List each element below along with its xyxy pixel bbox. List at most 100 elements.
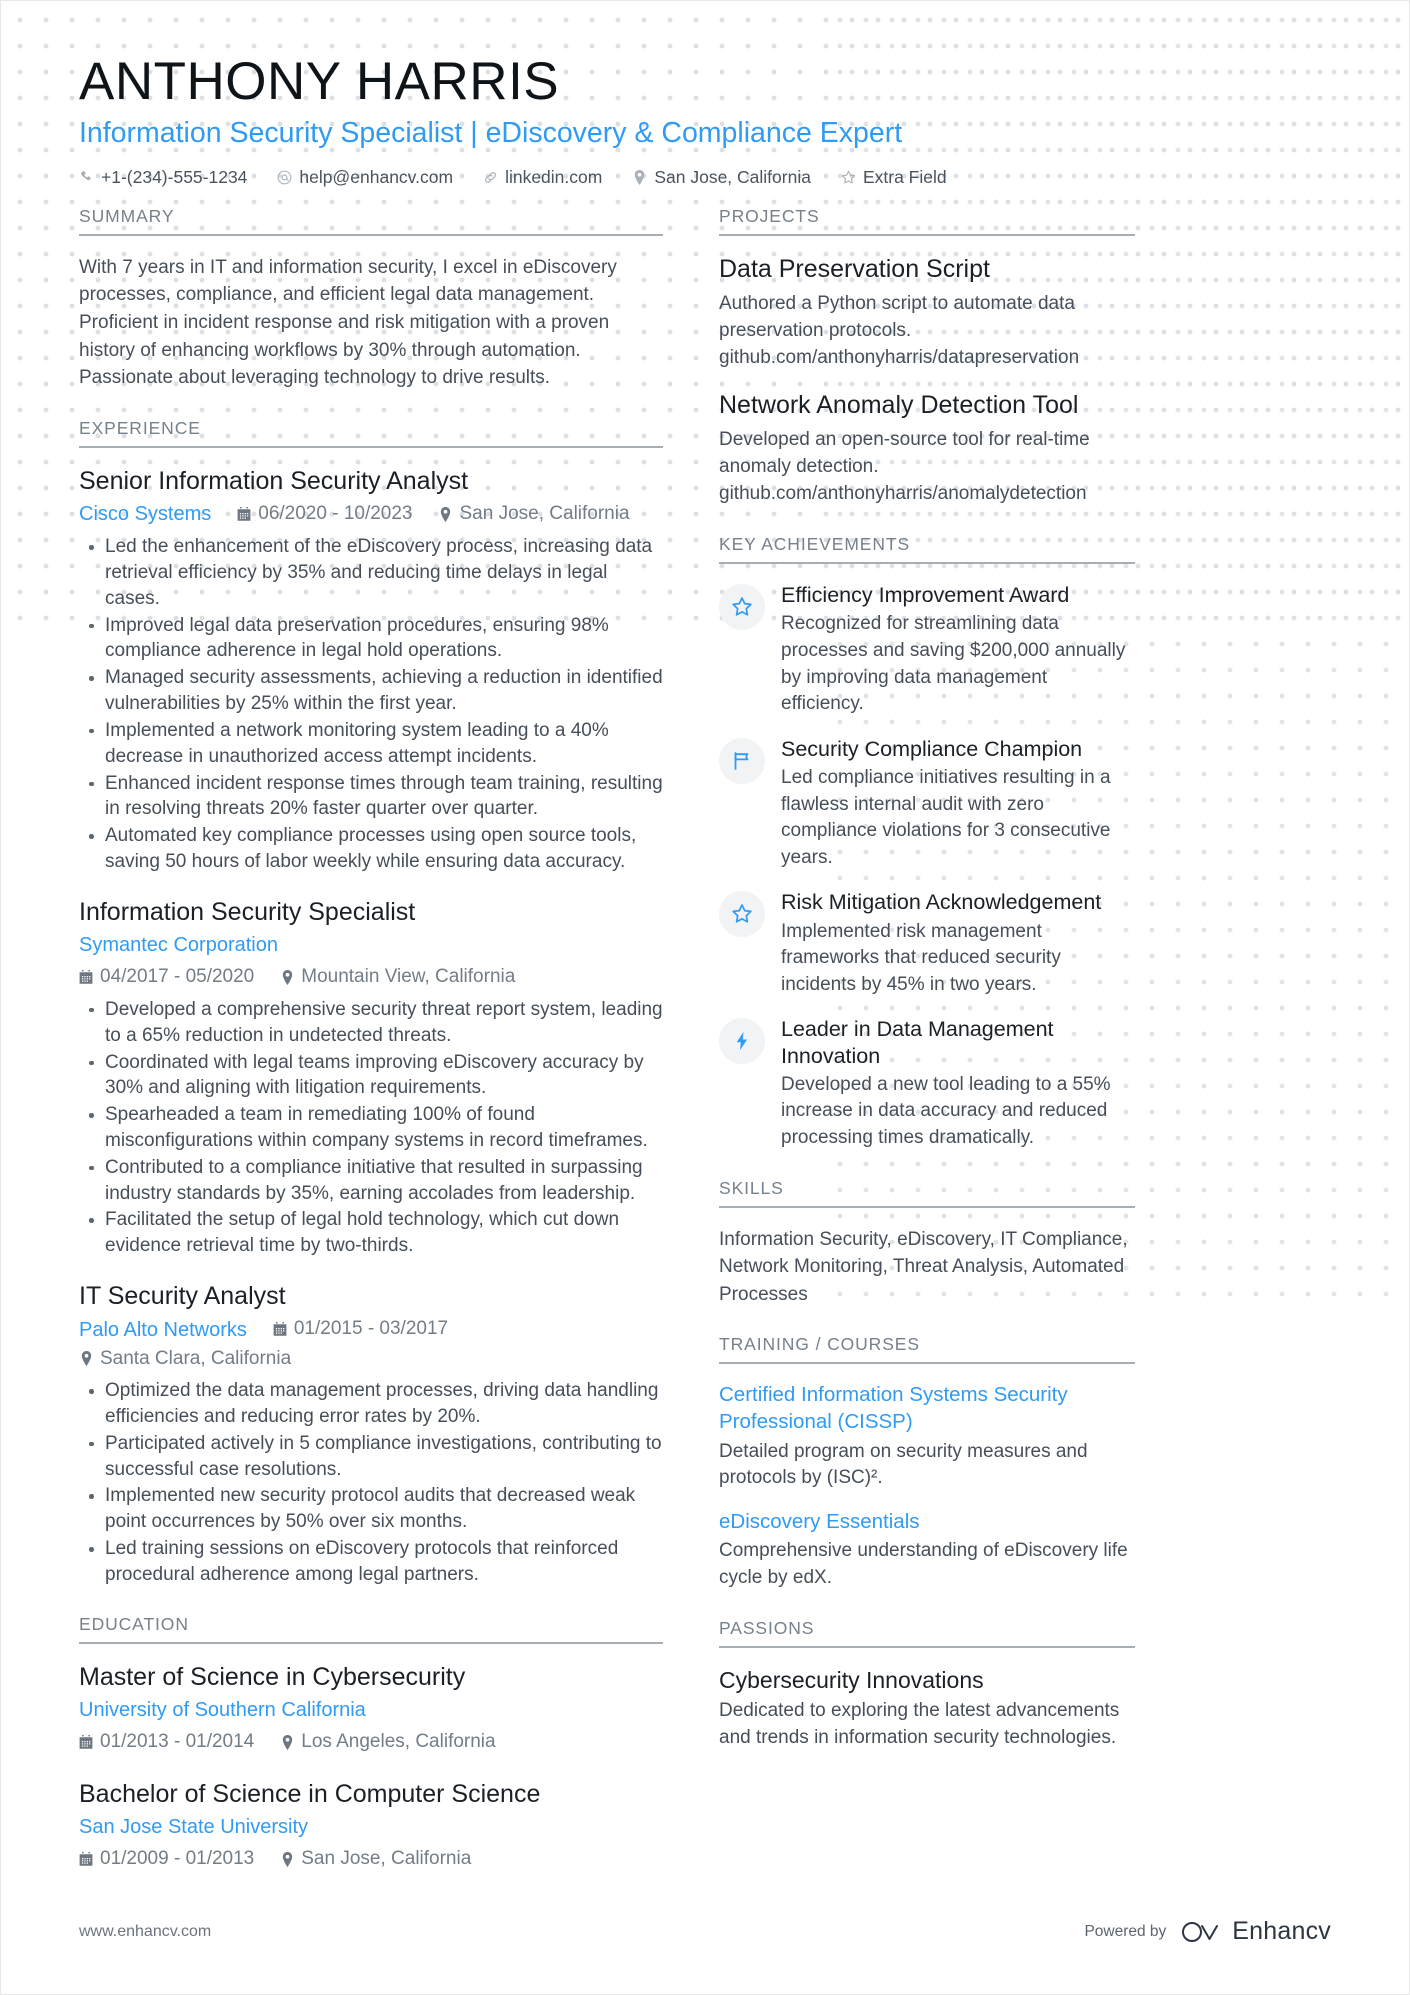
phone-icon [79, 170, 94, 185]
experience-bullets: Led the enhancement of the eDiscovery pr… [79, 534, 663, 875]
resume-content: ANTHONY HARRIS Information Security Spec… [1, 1, 1409, 1900]
contact-item-link[interactable]: linkedin.com [483, 167, 602, 188]
training-description: Detailed program on security measures an… [719, 1440, 1088, 1489]
experience-section-title: EXPERIENCE [79, 418, 663, 448]
experience-entry: IT Security Analyst Palo Alto Networks 01/… [79, 1281, 663, 1588]
projects-section-title: PROJECTS [719, 206, 1135, 236]
body-columns: SUMMARY With 7 years in IT and informati… [79, 206, 1331, 1900]
experience-entry: Information Security Specialist Symantec … [79, 897, 663, 1259]
training-section-title: TRAINING / COURSES [719, 1334, 1135, 1365]
right-column: PROJECTS Data Preservation Script Authore… [719, 206, 1135, 1778]
experience-location-label: Santa Clara, California [100, 1347, 292, 1369]
education-dates: 01/2013 - 01/2014 [79, 1728, 254, 1757]
achievement-body: Leader in Data Management Innovation Deve… [781, 1016, 1135, 1151]
experience-bullet: Led the enhancement of the eDiscovery pr… [89, 534, 663, 611]
page-footer: www.enhancv.com Powered by Enhancv [1, 1917, 1409, 1946]
training-entry: Certified Information Systems Security P… [719, 1382, 1135, 1491]
experience-bullets: Developed a comprehensive security threa… [79, 997, 663, 1259]
education-location-label: San Jose, California [301, 1848, 472, 1870]
education-school-line: University of Southern California [79, 1695, 663, 1725]
training-description: Comprehensive understanding of eDiscover… [719, 1540, 1128, 1588]
contact-item-location-pin[interactable]: San Jose, California [632, 167, 811, 188]
contact-item-phone[interactable]: +1-(234)-555-1234 [79, 167, 247, 188]
achievements-section-title: KEY ACHIEVEMENTS [719, 534, 1135, 565]
education-school-line: San Jose State University [79, 1812, 663, 1842]
training-list: Certified Information Systems Security P… [719, 1382, 1135, 1591]
experience-bullet: Coordinated with legal teams improving e… [89, 1050, 663, 1102]
training-entry: eDiscovery Essentials Comprehensive under… [719, 1509, 1135, 1592]
education-location: San Jose, California [280, 1845, 471, 1874]
achievements-section: KEY ACHIEVEMENTS Efficiency Improvement … [719, 534, 1135, 1151]
passion-description: Dedicated to exploring the latest advanc… [719, 1700, 1120, 1748]
skills-text: Information Security, eDiscovery, IT Com… [719, 1228, 1128, 1305]
experience-list: Senior Information Security Analyst Cisco… [79, 466, 663, 1588]
location-pin-icon [280, 1852, 294, 1868]
experience-meta-line: 04/2017 - 05/2020 Mountain View, Californ… [79, 963, 663, 992]
education-section: EDUCATION Master of Science in Cybersecu… [79, 1614, 663, 1874]
experience-dates: 01/2015 - 03/2017 [273, 1315, 448, 1344]
experience-organization[interactable]: Cisco Systems [79, 499, 211, 529]
achievement-body: Security Compliance Champion Led complian… [781, 736, 1135, 872]
location-pin-icon [79, 1351, 93, 1367]
experience-location: Santa Clara, California [79, 1345, 291, 1374]
education-meta-line: 01/2013 - 01/2014 Los Angeles, California [79, 1728, 663, 1757]
contact-item-email[interactable]: help@enhancv.com [277, 167, 453, 188]
enhancv-brand: Enhancv [1180, 1917, 1331, 1946]
experience-bullet: Automated key compliance processes using… [89, 823, 663, 875]
education-dates-label: 01/2009 - 01/2013 [100, 1848, 255, 1870]
powered-by-block: Powered by Enhancv [1084, 1917, 1331, 1946]
education-school[interactable]: University of Southern California [79, 1695, 366, 1725]
summary-section: SUMMARY With 7 years in IT and informati… [79, 206, 663, 392]
education-school[interactable]: San Jose State University [79, 1812, 308, 1842]
training-title[interactable]: eDiscovery Essentials [719, 1509, 1135, 1536]
education-entry: Bachelor of Science in Computer Science S… [79, 1779, 663, 1874]
passion-title: Cybersecurity Innovations [719, 1666, 984, 1693]
achievement-title: Efficiency Improvement Award [781, 583, 1070, 608]
experience-entry: Senior Information Security Analyst Cisco… [79, 466, 663, 875]
calendar-icon [79, 970, 93, 985]
experience-location-label: Mountain View, California [301, 966, 516, 988]
link-icon [483, 170, 498, 185]
achievement-entry: Security Compliance Champion Led complian… [719, 736, 1135, 872]
resume-header: ANTHONY HARRIS Information Security Spec… [79, 53, 1331, 188]
experience-bullet: Optimized the data management processes,… [89, 1378, 663, 1430]
location-pin-icon [280, 970, 294, 986]
contact-row: +1-(234)-555-1234 help@enhancv.com linkedi… [79, 167, 1331, 188]
summary-text: With 7 years in IT and information secur… [79, 256, 617, 389]
training-title[interactable]: Certified Information Systems Security P… [719, 1382, 1135, 1435]
experience-organization[interactable]: Symantec Corporation [79, 930, 278, 960]
achievement-entry: Leader in Data Management Innovation Deve… [719, 1016, 1135, 1151]
experience-bullet: Facilitated the setup of legal hold tech… [89, 1207, 663, 1259]
resume-page: ANTHONY HARRIS Information Security Spec… [0, 0, 1410, 1995]
footer-url[interactable]: www.enhancv.com [79, 1923, 211, 1941]
experience-job-title: Senior Information Security Analyst [79, 466, 469, 495]
achievement-title: Leader in Data Management Innovation [781, 1017, 1054, 1068]
achievements-list: Efficiency Improvement Award Recognized f… [719, 582, 1135, 1151]
experience-location: Mountain View, California [280, 963, 515, 992]
experience-bullet: Managed security assessments, achieving … [89, 665, 663, 717]
education-degree: Master of Science in Cybersecurity [79, 1662, 466, 1691]
passions-section-title: PASSIONS [719, 1618, 1135, 1648]
enhancv-logo-icon [1180, 1919, 1222, 1945]
contact-item-star[interactable]: Extra Field [841, 167, 947, 188]
experience-job-title: Information Security Specialist [79, 897, 416, 926]
experience-bullet: Enhanced incident response times through… [89, 771, 663, 823]
contact-item-label: Extra Field [862, 166, 947, 187]
experience-location-label: San Jose, California [459, 502, 630, 524]
achievement-description: Recognized for streamlining data process… [781, 613, 1126, 715]
email-icon [277, 170, 292, 185]
achievement-title: Risk Mitigation Acknowledgement [781, 890, 1102, 915]
skills-section-title: SKILLS [719, 1178, 1135, 1208]
education-dates-label: 01/2013 - 01/2014 [100, 1731, 255, 1753]
location-pin-icon [280, 1735, 294, 1751]
education-dates: 01/2009 - 01/2013 [79, 1845, 254, 1874]
experience-organization[interactable]: Palo Alto Networks [79, 1315, 247, 1345]
projects-list: Data Preservation Script Authored a Pytho… [719, 254, 1135, 508]
experience-dates: 04/2017 - 05/2020 [79, 963, 254, 992]
contact-item-label: help@enhancv.com [299, 166, 454, 187]
experience-dates-label: 01/2015 - 03/2017 [293, 1318, 449, 1340]
calendar-icon [273, 1322, 287, 1337]
education-location-label: Los Angeles, California [301, 1731, 496, 1753]
summary-section-title: SUMMARY [79, 206, 663, 236]
achievement-body: Efficiency Improvement Award Recognized f… [781, 582, 1135, 718]
